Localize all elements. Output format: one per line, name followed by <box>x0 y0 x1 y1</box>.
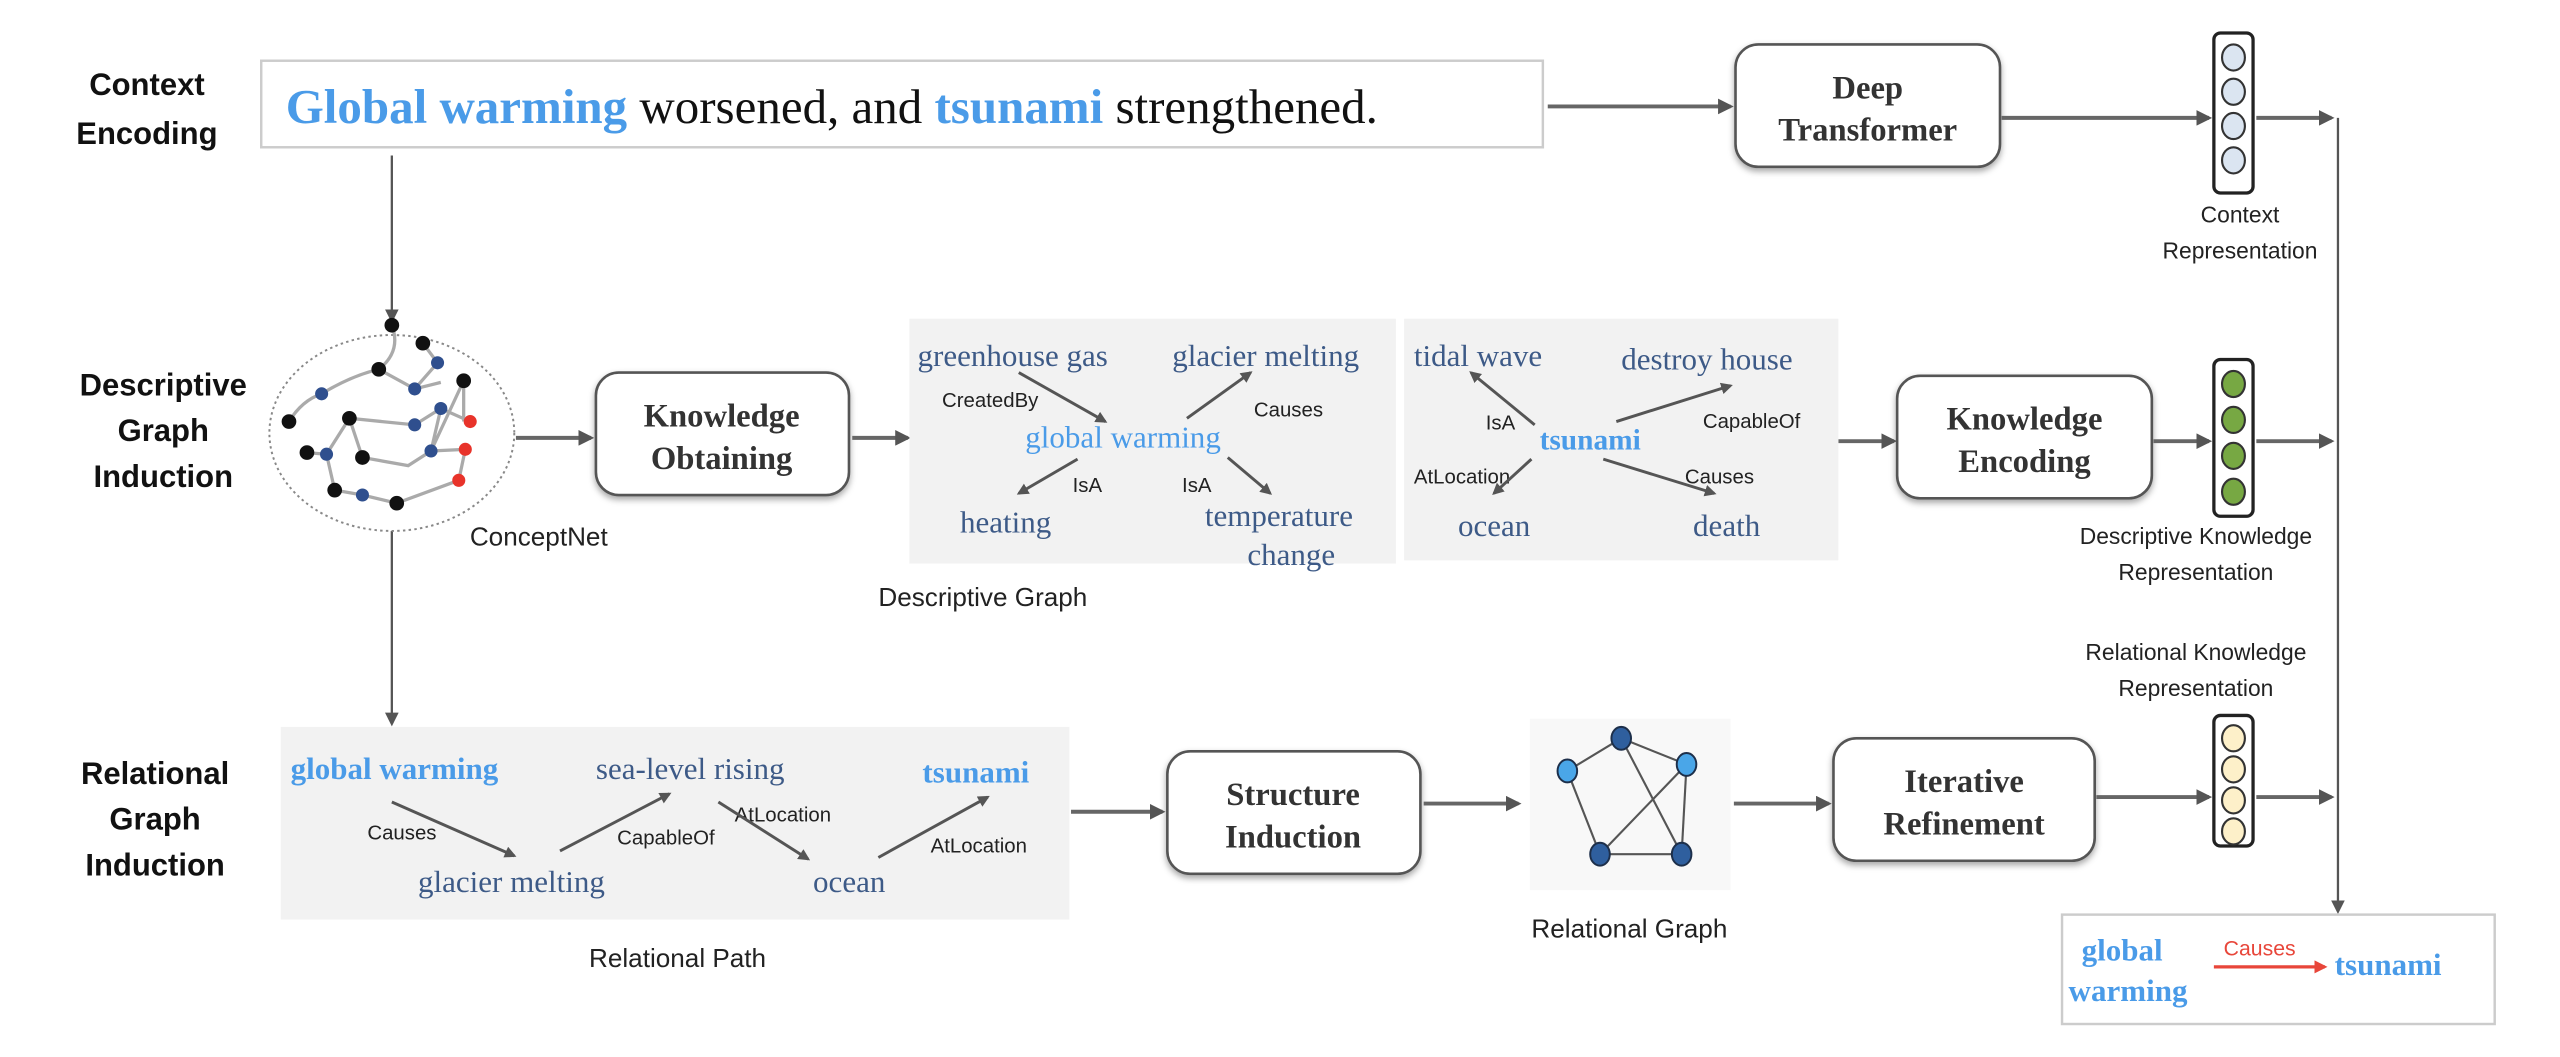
relational-path-panel: global warming sea-level rising tsunami … <box>280 726 1070 920</box>
svg-text:Iterative: Iterative <box>1904 764 2024 800</box>
svg-text:Knowledge: Knowledge <box>644 398 800 434</box>
row-label-relational-graph-induction: Relational Graph Induction <box>81 756 229 882</box>
context-representation-label: Context <box>2201 201 2280 227</box>
svg-text:change: change <box>1247 537 1335 572</box>
row-label-context-encoding: Context Encoding <box>76 67 217 151</box>
svg-text:destroy house: destroy house <box>1621 341 1792 376</box>
svg-text:Causes: Causes <box>367 823 436 845</box>
svg-text:global warming: global warming <box>291 751 499 786</box>
descriptive-graph-tsunami: tidal wave destroy house IsA CapableOf t… <box>1404 318 1839 561</box>
svg-text:CapableOf: CapableOf <box>617 827 715 849</box>
svg-text:warming: warming <box>2069 973 2188 1008</box>
svg-text:glacier melting: glacier melting <box>1172 338 1359 373</box>
descriptive-knowledge-representation-vector <box>2212 357 2255 518</box>
relational-representation-label: Relational Knowledge <box>2085 639 2306 665</box>
descriptive-graph-caption: Descriptive Graph <box>878 582 1087 612</box>
svg-text:Deep: Deep <box>1832 70 1903 106</box>
svg-text:Transformer: Transformer <box>1778 113 1957 149</box>
iterative-refinement-module: Iterative Refinement <box>1832 736 2096 863</box>
svg-text:IsA: IsA <box>1182 475 1212 497</box>
svg-text:Induction: Induction <box>93 459 233 494</box>
structure-induction-module: Structure Induction <box>1166 750 1422 876</box>
svg-text:tsunami: tsunami <box>922 754 1029 789</box>
svg-text:ocean: ocean <box>1458 508 1531 543</box>
svg-text:Context: Context <box>89 67 204 102</box>
svg-text:sea-level rising: sea-level rising <box>596 751 785 786</box>
svg-text:CreatedBy: CreatedBy <box>942 390 1039 412</box>
svg-text:heating: heating <box>960 505 1051 540</box>
svg-text:IsA: IsA <box>1486 413 1516 435</box>
result-relation: Causes <box>2224 937 2296 960</box>
knowledge-encoding-module: Knowledge Encoding <box>1895 374 2154 500</box>
svg-text:Refinement: Refinement <box>1883 807 2044 843</box>
context-representation-label-2: Representation <box>2163 237 2318 263</box>
svg-text:temperature: temperature <box>1205 498 1353 533</box>
relational-graph-icon <box>1529 718 1731 891</box>
framework-diagram: Context Encoding Descriptive Graph Induc… <box>76 31 2496 1026</box>
svg-text:glacier melting: glacier melting <box>418 864 605 899</box>
svg-text:CapableOf: CapableOf <box>1703 411 1801 433</box>
svg-text:ocean: ocean <box>813 864 886 899</box>
svg-text:tidal wave: tidal wave <box>1414 338 1542 373</box>
relational-path-caption: Relational Path <box>589 943 766 973</box>
context-representation-vector <box>2212 31 2255 195</box>
svg-text:Encoding: Encoding <box>76 116 217 151</box>
svg-text:greenhouse gas: greenhouse gas <box>918 338 1108 373</box>
svg-text:Induction: Induction <box>85 847 225 882</box>
conceptnet-label: ConceptNet <box>470 522 609 552</box>
knowledge-obtaining-module: Knowledge Obtaining <box>594 371 851 497</box>
descriptive-graph-global-warming: greenhouse gas glacier melting CreatedBy… <box>909 318 1396 572</box>
deep-transformer-module: Deep Transformer <box>1734 43 2002 169</box>
svg-text:AtLocation: AtLocation <box>931 836 1027 858</box>
svg-text:Relational: Relational <box>81 756 229 791</box>
result-box: global warming Causes tsunami <box>2060 913 2496 1026</box>
descriptive-representation-label-2: Representation <box>2118 559 2273 585</box>
svg-text:IsA: IsA <box>1073 475 1103 497</box>
context-sentence: Global warming worsened, and tsunami str… <box>286 79 1378 134</box>
relational-knowledge-representation-vector <box>2212 713 2255 848</box>
svg-text:Graph: Graph <box>118 413 209 448</box>
svg-text:AtLocation: AtLocation <box>1414 467 1510 489</box>
svg-text:Knowledge: Knowledge <box>1947 402 2103 438</box>
svg-text:tsunami: tsunami <box>2335 947 2442 982</box>
svg-text:tsunami: tsunami <box>1540 424 1641 456</box>
svg-text:Graph: Graph <box>109 802 200 837</box>
svg-text:Obtaining: Obtaining <box>651 441 793 477</box>
svg-text:global warming: global warming <box>1025 420 1221 455</box>
svg-text:global: global <box>2082 932 2163 967</box>
svg-text:Structure: Structure <box>1226 777 1360 813</box>
svg-text:Descriptive: Descriptive <box>80 367 247 402</box>
row-label-descriptive-graph-induction: Descriptive Graph Induction <box>80 367 247 493</box>
svg-text:Induction: Induction <box>1225 820 1361 856</box>
conceptnet-graph-icon <box>268 317 516 532</box>
svg-text:Causes: Causes <box>1254 400 1323 422</box>
svg-text:Causes: Causes <box>1685 467 1754 489</box>
relational-representation-label-2: Representation <box>2118 675 2273 701</box>
descriptive-representation-label: Descriptive Knowledge <box>2080 523 2312 549</box>
relational-graph-caption: Relational Graph <box>1531 913 1727 943</box>
svg-text:Encoding: Encoding <box>1958 444 2090 480</box>
svg-text:death: death <box>1693 508 1761 543</box>
